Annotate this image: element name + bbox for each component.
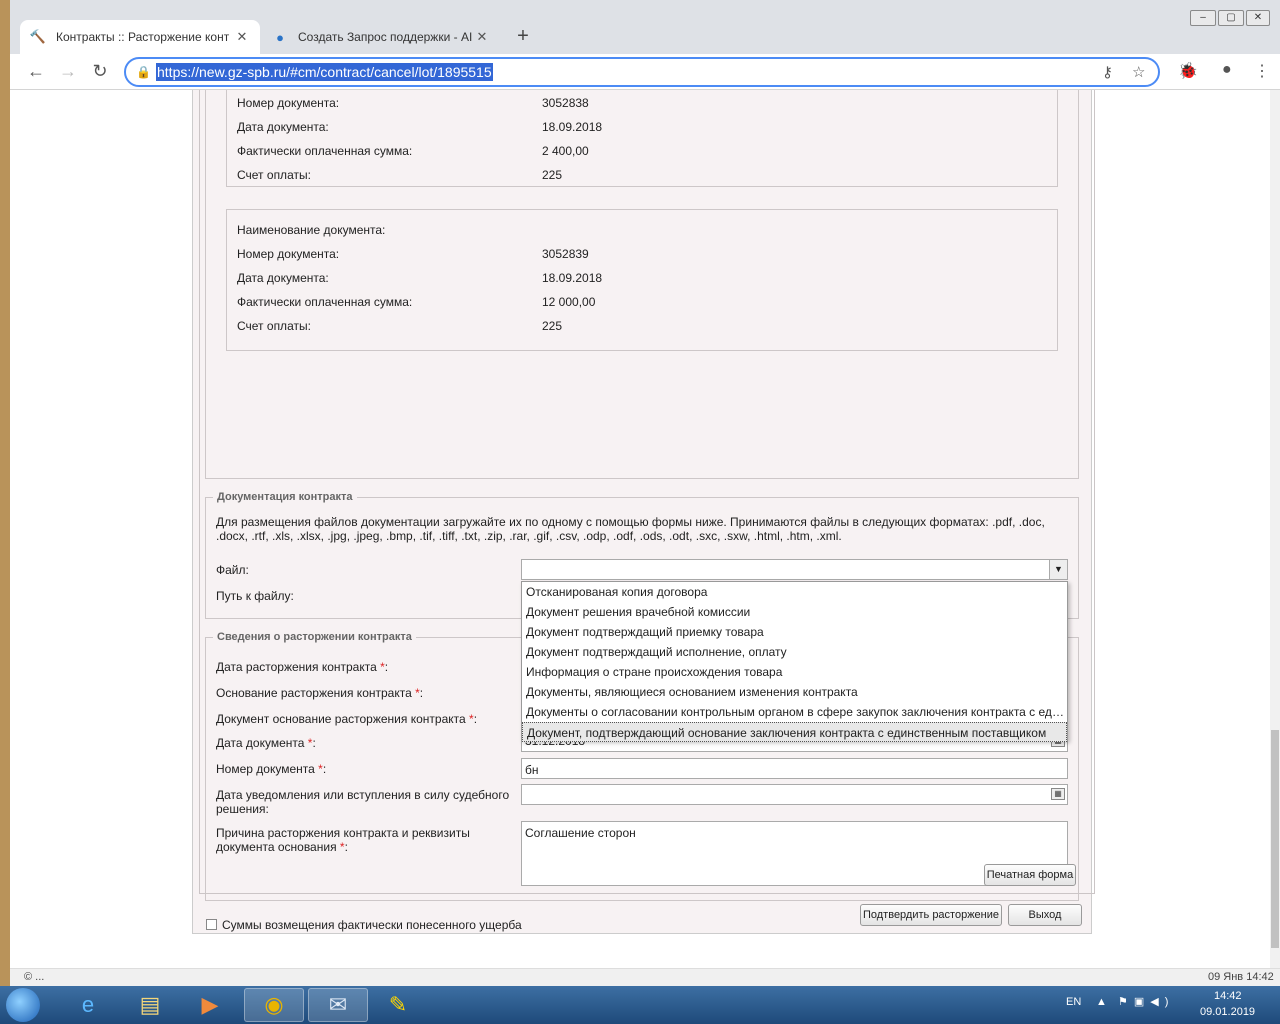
key-icon[interactable]: ⚷ [1102, 63, 1113, 81]
menu-icon[interactable]: ⋮ [1254, 61, 1270, 81]
hammer-icon: 🔨 [29, 29, 47, 44]
tray-arrow-icon[interactable]: ▲ [1096, 996, 1107, 1008]
new-tab-button[interactable]: + [510, 24, 536, 50]
exit-button[interactable]: Выход [1008, 904, 1082, 926]
tab-title: Контракты :: Расторжение конт [56, 30, 230, 44]
bookmark-star-icon[interactable]: ☆ [1132, 63, 1145, 81]
clock-time[interactable]: 14:42 [1214, 990, 1242, 1002]
vertical-scrollbar[interactable] [1270, 90, 1280, 968]
damages-checkbox-label: Суммы возмещения фактически понесенного … [222, 918, 522, 932]
browser-window: 🔨 Контракты :: Расторжение конт ✕ ● Созд… [10, 0, 1280, 1024]
scrollbar-thumb[interactable] [1271, 730, 1279, 948]
lock-icon: 🔒 [136, 65, 151, 79]
start-button[interactable] [6, 988, 40, 1022]
back-arrow-icon[interactable]: ← [24, 60, 48, 84]
help-icon: ● [276, 29, 284, 45]
ie-icon[interactable]: e [58, 988, 118, 1022]
language-indicator[interactable]: EN [1066, 996, 1081, 1008]
forward-arrow-icon[interactable]: → [56, 60, 80, 84]
notes-icon[interactable]: ✎ [368, 988, 428, 1022]
profile-icon[interactable]: ● [1222, 61, 1232, 79]
chrome-icon[interactable]: ◉ [244, 988, 304, 1022]
tab-strip: 🔨 Контракты :: Расторжение конт ✕ ● Созд… [10, 0, 1280, 54]
close-icon[interactable]: ✕ [474, 29, 490, 45]
browser-toolbar: ← → ↻ 🔒 https://new.gz-spb.ru/#cm/contra… [10, 54, 1280, 90]
windows-taskbar: e ▤ ▶ ◉ ✉ ✎ EN ▲ ⚑▣◀) 14:42 09.01.2019 [0, 986, 1280, 1024]
tab-title: Создать Запрос поддержки - AI [298, 30, 473, 44]
address-bar[interactable]: 🔒 https://new.gz-spb.ru/#cm/contract/can… [124, 57, 1160, 87]
page-viewport: Номер документа: 3052838 Дата документа:… [10, 90, 1270, 968]
media-player-icon[interactable]: ▶ [180, 988, 240, 1022]
clock-date[interactable]: 09.01.2019 [1200, 1006, 1255, 1018]
tab-contracts[interactable]: 🔨 Контракты :: Расторжение конт ✕ [20, 20, 260, 54]
tray-icons[interactable]: ⚑▣◀) [1118, 995, 1174, 1008]
window-close-button[interactable]: ✕ [1246, 10, 1270, 26]
maximize-button[interactable]: ▢ [1218, 10, 1244, 26]
reload-icon[interactable]: ↻ [88, 60, 112, 84]
buttons-frame [199, 90, 1095, 894]
status-bar: © ... 09 Янв 14:42 [10, 968, 1280, 986]
status-right: 09 Янв 14:42 [1208, 971, 1274, 983]
status-left: © ... [24, 971, 45, 983]
extension-icon[interactable]: 🐞 [1178, 61, 1198, 81]
url-text[interactable]: https://new.gz-spb.ru/#cm/contract/cance… [156, 63, 493, 81]
mail-app-icon[interactable]: ✉ [308, 988, 368, 1022]
folder-icon[interactable]: ▤ [120, 988, 180, 1022]
print-form-button[interactable]: Печатная форма [984, 864, 1076, 886]
confirm-termination-button[interactable]: Подтвердить расторжение [860, 904, 1002, 926]
damages-checkbox[interactable] [206, 919, 217, 930]
close-icon[interactable]: ✕ [234, 29, 250, 45]
minimize-button[interactable]: – [1190, 10, 1216, 26]
tab-support[interactable]: ● Создать Запрос поддержки - AI ✕ [262, 20, 500, 54]
